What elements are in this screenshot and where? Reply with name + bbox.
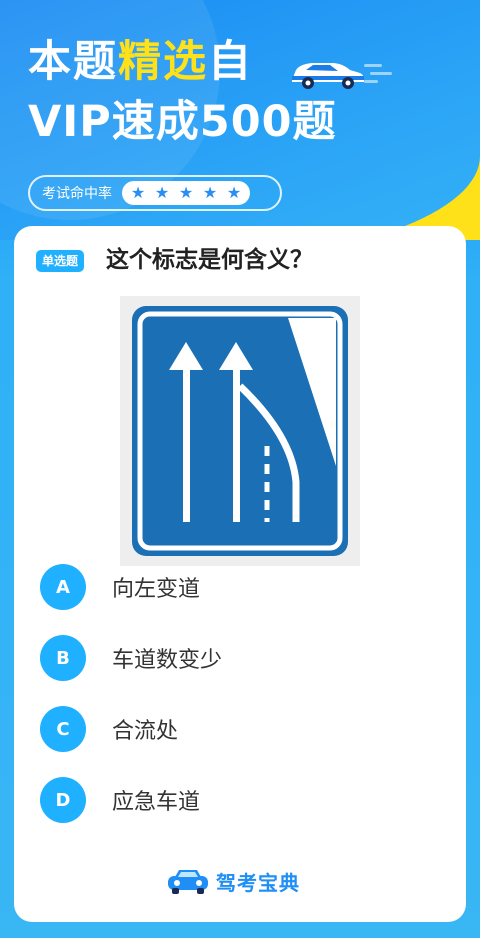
speed-line <box>370 72 392 75</box>
option-b[interactable]: B 车道数变少 <box>40 635 440 681</box>
headline-part2: 自 <box>208 37 253 87</box>
car-icon <box>168 870 208 894</box>
car-icon <box>292 63 364 89</box>
lane-reduction-sign-icon <box>120 296 360 566</box>
option-c[interactable]: C 合流处 <box>40 706 440 752</box>
star-icon: ★ <box>178 183 194 202</box>
hero-banner: 本题精选自 VIP速成500题 考试命中率 ★ ★ ★ ★ ★ <box>0 0 480 240</box>
star-icon: ★ <box>202 183 218 202</box>
option-letter: A <box>40 564 86 610</box>
option-d[interactable]: D 应急车道 <box>40 777 440 823</box>
option-letter: D <box>40 777 86 823</box>
headline-highlight: 精选 <box>118 37 208 87</box>
question-text: 这个标志是何含义？ <box>106 247 313 273</box>
star-icon: ★ <box>154 183 170 202</box>
option-text: 合流处 <box>112 719 179 744</box>
speed-line <box>364 64 382 67</box>
speed-line <box>364 80 378 83</box>
option-text: 车道数变少 <box>112 648 223 673</box>
hit-rate-stars: ★ ★ ★ ★ ★ <box>122 181 250 205</box>
option-text: 向左变道 <box>112 577 201 602</box>
brand-logo: 驾考宝典 <box>166 866 300 896</box>
hit-rate-label: 考试命中率 <box>42 186 112 202</box>
brand-name: 驾考宝典 <box>216 870 300 895</box>
headline-line1: 本题精选自 <box>28 34 253 90</box>
headline-line2: VIP速成500题 <box>28 97 337 147</box>
option-letter: C <box>40 706 86 752</box>
option-letter: B <box>40 635 86 681</box>
question-card: 单选题 这个标志是何含义？ A 向左变道 B 车道数变少 C 合流处 D 应急车… <box>14 226 466 922</box>
option-a[interactable]: A 向左变道 <box>40 564 440 610</box>
headline-part1: 本题 <box>28 37 118 87</box>
question-type-badge: 单选题 <box>36 250 85 272</box>
option-text: 应急车道 <box>112 790 201 815</box>
hit-rate-pill: 考试命中率 ★ ★ ★ ★ ★ <box>28 175 282 211</box>
star-icon: ★ <box>130 183 146 202</box>
star-icon: ★ <box>226 183 242 202</box>
